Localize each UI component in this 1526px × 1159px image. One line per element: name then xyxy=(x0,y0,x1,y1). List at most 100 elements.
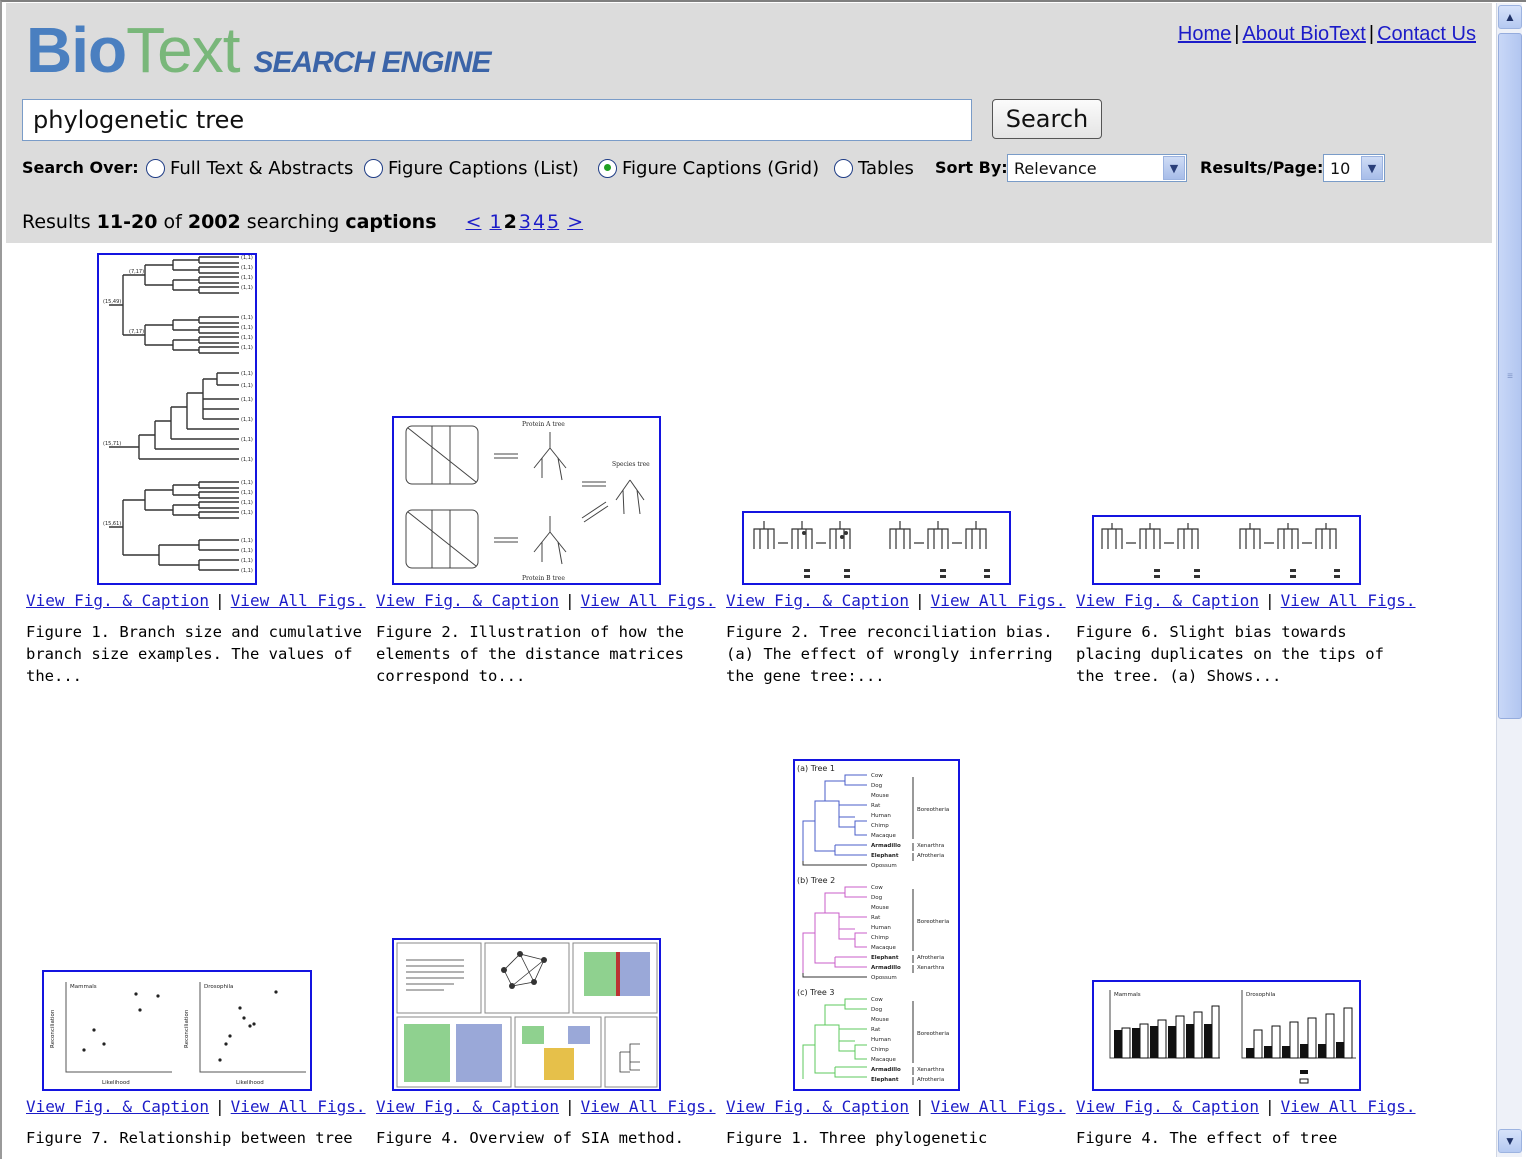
svg-text:Dog: Dog xyxy=(871,783,882,789)
search-over-label: Search Over: xyxy=(22,158,139,177)
radio-circle[interactable] xyxy=(834,158,853,178)
results-of: of xyxy=(163,211,182,233)
view-all-figs-link[interactable]: View All Figs. xyxy=(231,1097,366,1116)
view-all-figs-link[interactable]: View All Figs. xyxy=(1281,591,1416,610)
figure-thumbnail[interactable]: Protein A tree Protein B tree Species tr… xyxy=(392,416,661,585)
logo-subtitle: SEARCH ENGINE xyxy=(253,46,491,79)
svg-text:Rat: Rat xyxy=(871,1027,881,1033)
tree-figure-image: (1,1) (1,1) (1,1) (1,1) (1,1) (1,1) (1,1) (1,1… xyxy=(103,255,253,574)
nav-separator: | xyxy=(1234,23,1240,45)
pager-page-1[interactable]: 1 xyxy=(490,211,502,233)
svg-text:Boreotheria: Boreotheria xyxy=(917,807,949,813)
svg-text:Chimp: Chimp xyxy=(871,823,889,829)
figure-thumbnail[interactable]: Mammals Drosophila Likelihood Likelihood… xyxy=(42,970,312,1091)
view-fig-caption-link[interactable]: View Fig. & Caption xyxy=(1076,591,1259,610)
svg-text:(1,1): (1,1) xyxy=(241,417,253,423)
svg-text:Human: Human xyxy=(871,1037,891,1043)
svg-text:Armadillo: Armadillo xyxy=(871,843,901,849)
tree3-label: (c) Tree 3 xyxy=(797,988,834,997)
svg-text:Chimp: Chimp xyxy=(871,1047,889,1053)
view-all-figs-link[interactable]: View All Figs. xyxy=(931,591,1066,610)
home-link[interactable]: Home xyxy=(1178,23,1231,45)
view-fig-caption-link[interactable]: View Fig. & Caption xyxy=(376,1097,559,1116)
figure-thumbnail[interactable]: (a) Tree 1 (b) Tree 2 (c) Tree 3 Cow Dog M… xyxy=(793,759,960,1091)
link-separator: | xyxy=(915,591,925,610)
sort-select[interactable]: Relevance ▼ xyxy=(1007,154,1187,182)
result-caption: Figure 6. Slight bias towards placing du… xyxy=(1076,623,1384,685)
radio-circle[interactable] xyxy=(146,158,165,178)
logo-bio: Bio xyxy=(26,14,127,86)
nav-separator: | xyxy=(1368,23,1375,45)
view-fig-caption-link[interactable]: View Fig. & Caption xyxy=(26,1097,209,1116)
radio-label: Full Text & Abstracts xyxy=(170,157,354,179)
svg-text:Mouse: Mouse xyxy=(871,1017,889,1023)
scroll-down-icon[interactable]: ▼ xyxy=(1498,1129,1522,1153)
result-caption: Figure 4. Overview of SIA method. xyxy=(376,1129,684,1147)
view-fig-caption-link[interactable]: View Fig. & Caption xyxy=(726,591,909,610)
pager-page-3[interactable]: 3 xyxy=(519,211,531,233)
scrollbar-thumb[interactable]: ≡ xyxy=(1498,33,1522,719)
radio-full-text[interactable]: Full Text & Abstracts xyxy=(146,154,353,182)
svg-text:(7,17): (7,17) xyxy=(129,269,144,275)
pager-page-4[interactable]: 4 xyxy=(533,211,545,233)
svg-text:(15,71): (15,71) xyxy=(103,441,121,447)
results-scope: captions xyxy=(345,211,437,233)
search-button[interactable]: Search xyxy=(992,99,1102,139)
scatter-figure-image: Mammals Drosophila Likelihood Likelihood… xyxy=(50,982,306,1086)
link-separator: | xyxy=(215,591,225,610)
chevron-down-icon[interactable]: ▼ xyxy=(1163,156,1185,180)
figure-thumbnail[interactable]: Mammals Drosophila xyxy=(1092,980,1361,1091)
mammals-label: Mammals xyxy=(70,984,97,990)
view-all-figs-link[interactable]: View All Figs. xyxy=(231,591,366,610)
svg-text:Cow: Cow xyxy=(871,773,883,779)
figure-thumbnail[interactable] xyxy=(1092,515,1361,585)
radio-label: Figure Captions (Grid) xyxy=(622,157,820,179)
radio-tables[interactable]: Tables xyxy=(834,154,914,182)
search-input[interactable] xyxy=(22,99,972,141)
biotext-logo[interactable]: BioText SEARCH ENGINE xyxy=(26,13,492,86)
result-links: View Fig. & Caption | View All Figs. xyxy=(1076,1097,1426,1116)
view-all-figs-link[interactable]: View All Figs. xyxy=(931,1097,1066,1116)
pager-page-5[interactable]: 5 xyxy=(547,211,559,233)
svg-text:Afrotheria: Afrotheria xyxy=(917,853,944,859)
figure-thumbnail[interactable] xyxy=(392,938,661,1091)
figure-thumbnail[interactable] xyxy=(742,511,1011,585)
view-all-figs-link[interactable]: View All Figs. xyxy=(1281,1097,1416,1116)
pager-prev[interactable]: < xyxy=(466,211,482,233)
figure-thumbnail[interactable]: (1,1) (1,1) (1,1) (1,1) (1,1) (1,1) (1,1) (1,1… xyxy=(97,253,257,585)
link-separator: | xyxy=(1265,591,1275,610)
pager-next[interactable]: > xyxy=(567,211,583,233)
view-fig-caption-link[interactable]: View Fig. & Caption xyxy=(376,591,559,610)
svg-text:Human: Human xyxy=(871,813,891,819)
view-fig-caption-link[interactable]: View Fig. & Caption xyxy=(26,591,209,610)
radio-circle[interactable] xyxy=(364,158,383,178)
svg-text:(1,1): (1,1) xyxy=(241,371,253,377)
results-summary: Results 11-20 of 2002 searching captions… xyxy=(22,211,584,233)
svg-text:(1,1): (1,1) xyxy=(241,265,253,271)
view-fig-caption-link[interactable]: View Fig. & Caption xyxy=(726,1097,909,1116)
contact-link[interactable]: Contact Us xyxy=(1377,23,1476,45)
svg-text:Opossum: Opossum xyxy=(871,975,897,981)
svg-text:(1,1): (1,1) xyxy=(241,345,253,351)
radio-circle-selected[interactable] xyxy=(598,158,617,178)
about-link[interactable]: About BioText xyxy=(1242,23,1365,45)
svg-text:Dog: Dog xyxy=(871,1007,882,1013)
svg-text:(1,1): (1,1) xyxy=(241,558,253,564)
result-links: View Fig. & Caption | View All Figs. xyxy=(726,1097,1076,1116)
radio-captions-list[interactable]: Figure Captions (List) xyxy=(364,154,579,182)
per-page-select[interactable]: 10 ▼ xyxy=(1323,154,1385,182)
scroll-up-icon[interactable]: ▲ xyxy=(1498,5,1522,29)
svg-text:(1,1): (1,1) xyxy=(241,255,253,261)
protein-a-label: Protein A tree xyxy=(522,421,565,428)
view-fig-caption-link[interactable]: View Fig. & Caption xyxy=(1076,1097,1259,1116)
pagination: < 12345 > xyxy=(465,211,585,233)
view-all-figs-link[interactable]: View All Figs. xyxy=(581,1097,716,1116)
chevron-down-icon[interactable]: ▼ xyxy=(1361,156,1383,180)
svg-text:Cow: Cow xyxy=(871,885,883,891)
vertical-scrollbar[interactable]: ▲ ≡ ▼ xyxy=(1496,3,1522,1157)
drosophila-label: Drosophila xyxy=(204,984,233,990)
view-all-figs-link[interactable]: View All Figs. xyxy=(581,591,716,610)
radio-captions-grid[interactable]: Figure Captions (Grid) xyxy=(598,154,819,182)
svg-text:(1,1): (1,1) xyxy=(241,457,253,463)
results-searching: searching xyxy=(246,211,340,233)
